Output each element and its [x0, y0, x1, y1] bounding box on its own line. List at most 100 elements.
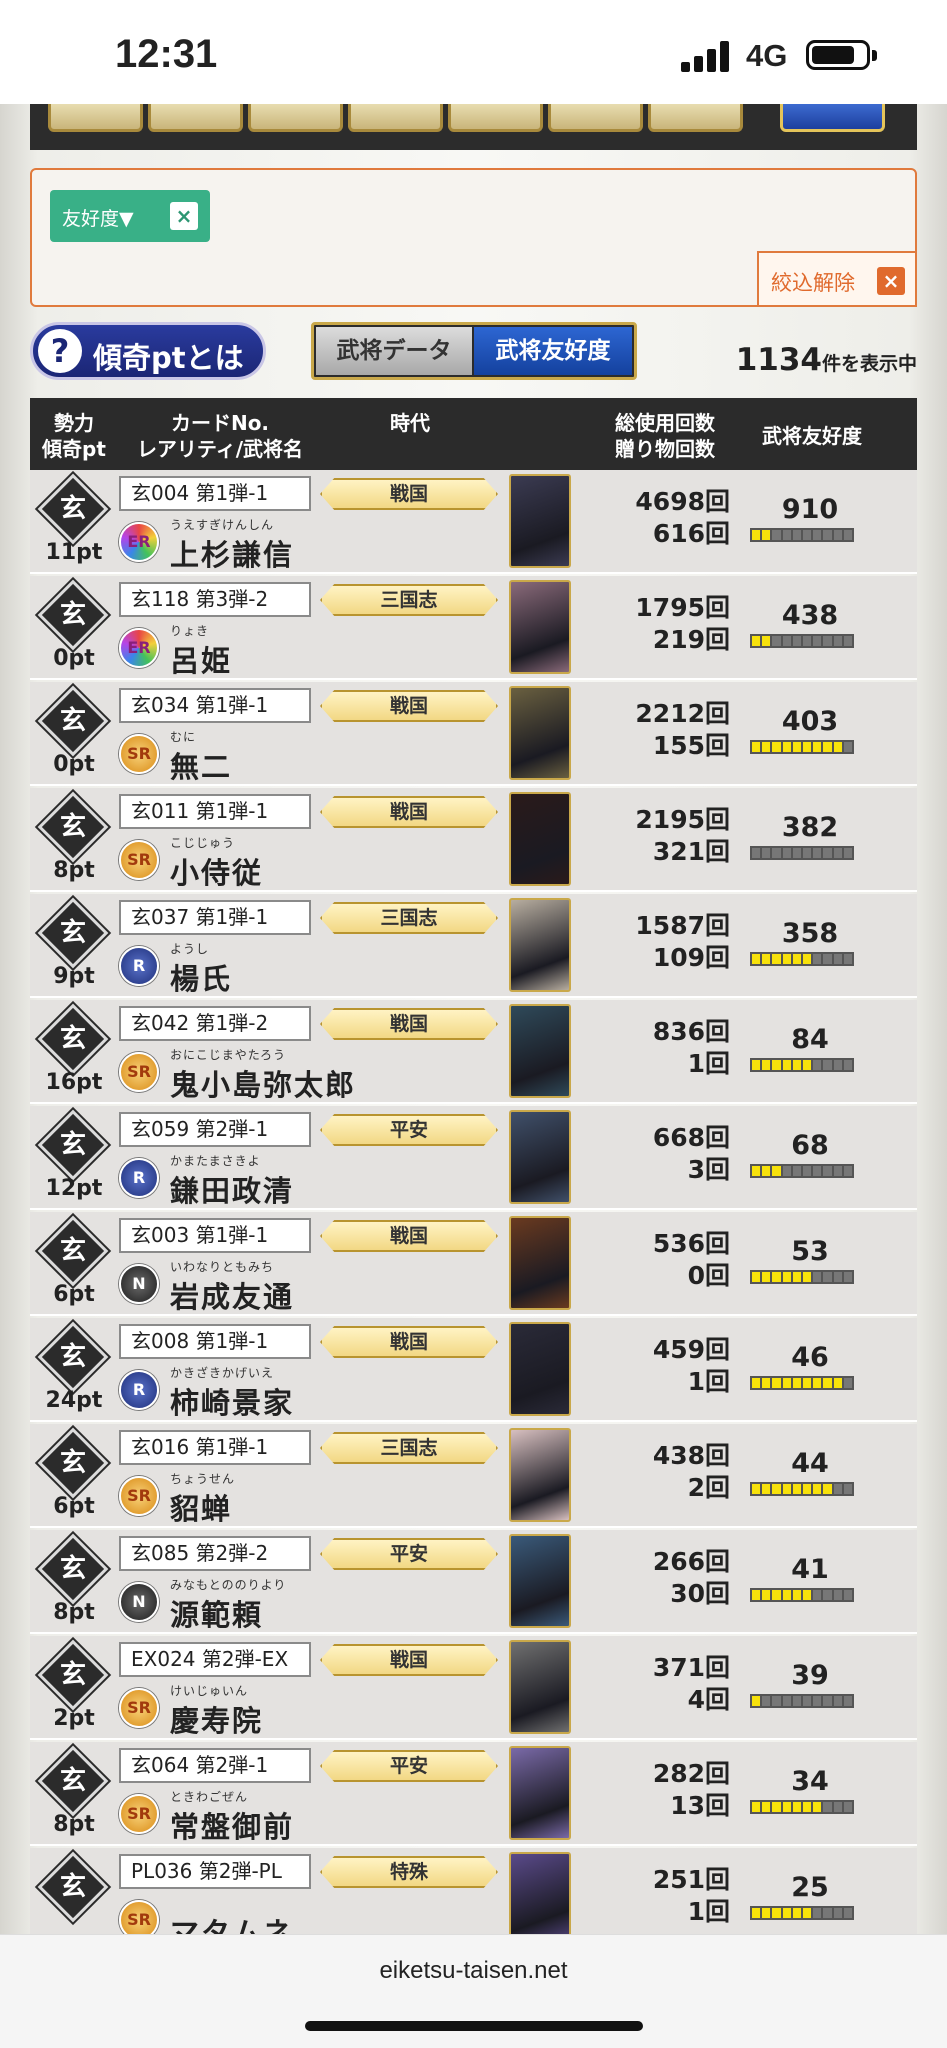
friendship-bar-segment — [772, 742, 781, 752]
card-thumbnail[interactable] — [509, 1110, 571, 1204]
clear-filter-button[interactable]: 絞込解除 × — [757, 251, 917, 307]
table-row[interactable]: 玄 9pt 玄037 第1弾-1 R ようし 楊氏 三国志 1587回 109回 358 — [30, 894, 917, 998]
table-row[interactable]: 玄 0pt 玄034 第1弾-1 SR むに 無二 戦国 2212回 155回 403 — [30, 682, 917, 786]
table-row[interactable]: 玄 11pt 玄004 第1弾-1 ER うえすぎけんしん 上杉謙信 戦国 4698回 616回… — [30, 470, 917, 574]
header-total-uses: 総使用回数 — [615, 411, 715, 435]
gift-count: 0回 — [687, 1261, 730, 1290]
table-header: 勢力 傾奇pt カードNo. レアリティ/武将名 時代 総使用回数 贈り物回数 武将友… — [30, 398, 917, 474]
general-name[interactable]: 柿崎景家 — [170, 1380, 294, 1422]
friendship-bar-segment — [813, 636, 822, 646]
friendship-bar-segment — [772, 1484, 781, 1494]
card-thumbnail[interactable] — [509, 1852, 571, 1934]
era-badge: 戦国 — [320, 1008, 498, 1040]
gift-count: 4回 — [687, 1685, 730, 1714]
general-name[interactable]: マタムネ — [170, 1910, 294, 1934]
general-name[interactable]: 源範頼 — [170, 1592, 263, 1634]
friendship-bar-segment — [843, 1060, 853, 1070]
general-name[interactable]: 鬼小島弥太郎 — [170, 1062, 356, 1104]
category-tab[interactable] — [348, 104, 443, 132]
table-row[interactable]: 玄 24pt 玄008 第1弾-1 R かきざきかげいえ 柿崎景家 戦国 459回 1回 46 — [30, 1318, 917, 1422]
friendship-bar-segment — [782, 1272, 791, 1282]
general-name[interactable]: 鎌田政清 — [170, 1168, 294, 1210]
friendship-bar-segment — [833, 954, 842, 964]
friendship-bar-segment — [803, 1590, 812, 1600]
card-thumbnail[interactable] — [509, 686, 571, 780]
filter-chip-label: 友好度▼ — [62, 208, 134, 230]
card-thumbnail[interactable] — [509, 898, 571, 992]
total-uses: 2195回 — [635, 805, 730, 834]
friendship-bar — [750, 1376, 854, 1390]
general-name[interactable]: 貂蝉 — [170, 1486, 232, 1528]
card-thumbnail[interactable] — [509, 1322, 571, 1416]
friendship-bar-segment — [843, 1272, 853, 1282]
table-row[interactable]: 玄 PL036 第2弾-PL SR マタムネ 特殊 251回 1回 25 — [30, 1848, 917, 1934]
friendship-bar-segment — [803, 1378, 812, 1388]
friendship-bar-segment — [752, 848, 761, 858]
url-label[interactable]: eiketsu-taisen.net — [0, 1957, 947, 1985]
toggle-busho-friendship[interactable]: 武将友好度 — [474, 327, 632, 375]
friendship-bar-segment — [782, 1696, 791, 1706]
kabuki-pt: 0pt — [53, 752, 95, 777]
card-thumbnail[interactable] — [509, 1534, 571, 1628]
general-name[interactable]: 小侍従 — [170, 850, 263, 892]
card-thumbnail[interactable] — [509, 1428, 571, 1522]
name-ruby: おにこじまやたろう — [170, 1048, 287, 1062]
friendship-bar-segment — [813, 1802, 822, 1812]
table-row[interactable]: 玄 8pt 玄011 第1弾-1 SR こじじゅう 小侍従 戦国 2195回 321回 382 — [30, 788, 917, 892]
friendship-bar-segment — [752, 1272, 761, 1282]
general-name[interactable]: 慶寿院 — [170, 1698, 263, 1740]
kabuki-pt-info-button[interactable]: ? 傾奇ptとは — [30, 322, 266, 380]
total-uses: 371回 — [652, 1653, 730, 1682]
category-tab[interactable] — [48, 104, 143, 132]
gift-count: 109回 — [652, 943, 730, 972]
category-tab[interactable] — [248, 104, 343, 132]
total-uses: 536回 — [652, 1229, 730, 1258]
card-thumbnail[interactable] — [509, 1640, 571, 1734]
header-faction: 勢力 — [54, 411, 94, 435]
friendship-bar-segment — [813, 742, 822, 752]
rarity-badge: SR — [119, 1476, 159, 1516]
category-tab[interactable] — [648, 104, 743, 132]
gift-count: 3回 — [687, 1155, 730, 1184]
table-row[interactable]: 玄 2pt EX024 第2弾-EX SR けいじゅいん 慶寿院 戦国 371回 4回 39 — [30, 1636, 917, 1740]
friendship-bar-segment — [772, 636, 781, 646]
general-name[interactable]: 常盤御前 — [170, 1804, 294, 1846]
friendship-value: 46 — [791, 1342, 829, 1373]
faction-emblem: 玄 — [37, 1851, 109, 1923]
result-count: 1134件を表示中 — [736, 342, 917, 378]
card-thumbnail[interactable] — [509, 1216, 571, 1310]
table-row[interactable]: 玄 0pt 玄118 第3弾-2 ER りょき 呂姫 三国志 1795回 219回 438 — [30, 576, 917, 680]
table-row[interactable]: 玄 6pt 玄016 第1弾-1 SR ちょうせん 貂蝉 三国志 438回 2回 44 — [30, 1424, 917, 1528]
general-name[interactable]: 上杉謙信 — [170, 532, 294, 574]
toggle-busho-data[interactable]: 武将データ — [316, 327, 472, 375]
category-tab[interactable] — [148, 104, 243, 132]
friendship-bar-segment — [752, 530, 761, 540]
table-row[interactable]: 玄 8pt 玄085 第2弾-2 N みなもとののりより 源範頼 平安 266回 30回 41 — [30, 1530, 917, 1634]
friendship-bar-segment — [823, 1272, 832, 1282]
card-number: 玄059 第2弾-1 — [119, 1112, 311, 1147]
card-thumbnail[interactable] — [509, 1004, 571, 1098]
category-tab[interactable] — [548, 104, 643, 132]
table-row[interactable]: 玄 16pt 玄042 第1弾-2 SR おにこじまやたろう 鬼小島弥太郎 戦国 836回 1回… — [30, 1000, 917, 1104]
table-row[interactable]: 玄 6pt 玄003 第1弾-1 N いわなりともみち 岩成友通 戦国 536回 0回 53 — [30, 1212, 917, 1316]
result-count-suffix: 件を表示中 — [821, 353, 917, 375]
table-row[interactable]: 玄 8pt 玄064 第2弾-1 SR ときわごぜん 常盤御前 平安 282回 13回 34 — [30, 1742, 917, 1846]
general-name[interactable]: 無二 — [170, 744, 232, 786]
gift-count: 1回 — [687, 1049, 730, 1078]
card-thumbnail[interactable] — [509, 792, 571, 886]
faction-label: 玄 — [59, 1448, 86, 1478]
general-name[interactable]: 岩成友通 — [170, 1274, 294, 1316]
card-thumbnail[interactable] — [509, 1746, 571, 1840]
general-name[interactable]: 楊氏 — [170, 956, 232, 998]
card-thumbnail[interactable] — [509, 580, 571, 674]
filter-chip-friendship[interactable]: 友好度▼ × — [50, 190, 210, 242]
general-name[interactable]: 呂姫 — [170, 638, 232, 680]
table-row[interactable]: 玄 12pt 玄059 第2弾-1 R かまたまさきよ 鎌田政清 平安 668回 3回 68 — [30, 1106, 917, 1210]
card-thumbnail[interactable] — [509, 474, 571, 568]
home-indicator[interactable] — [305, 2021, 643, 2031]
close-icon[interactable]: × — [170, 202, 198, 230]
category-tab[interactable] — [448, 104, 543, 132]
rarity-badge: SR — [119, 1794, 159, 1834]
friendship-bar-segment — [772, 1590, 781, 1600]
category-tab-active[interactable] — [780, 104, 885, 132]
